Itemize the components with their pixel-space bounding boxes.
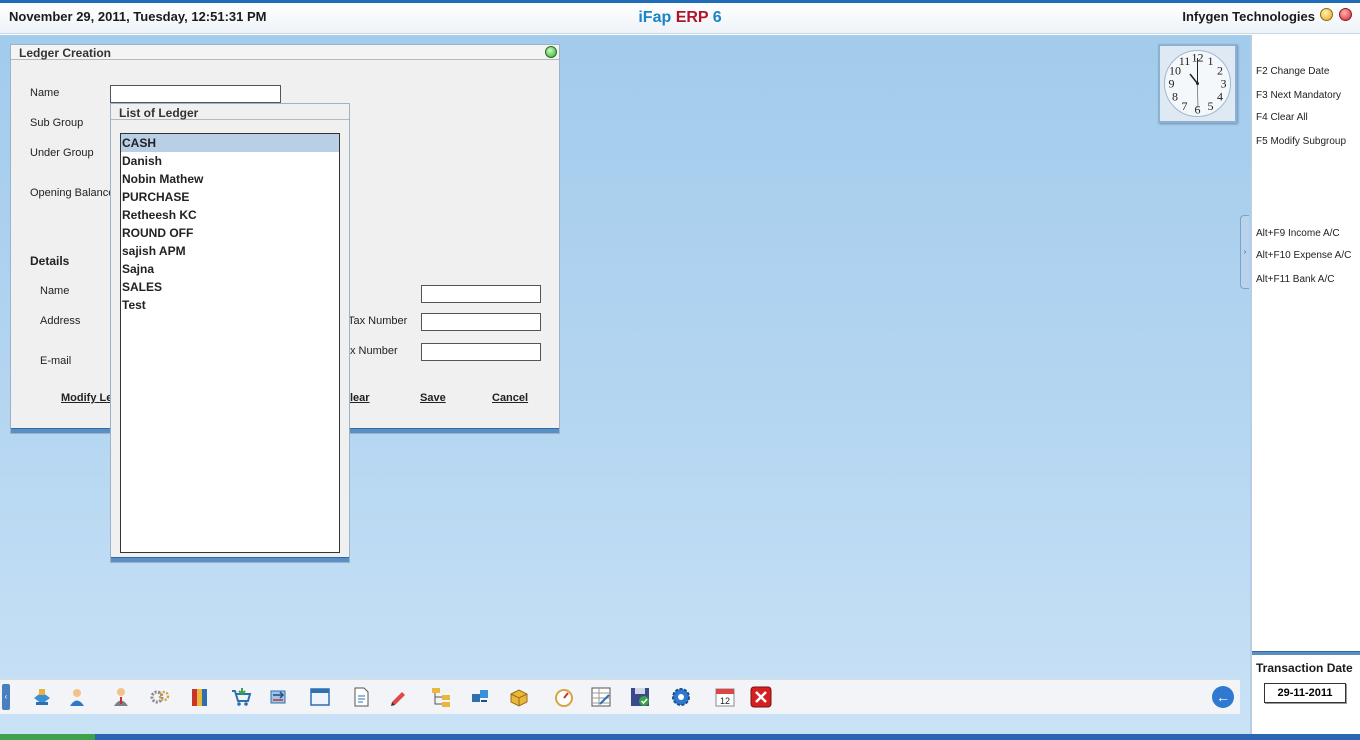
ledger-list-item[interactable]: ROUND OFF — [121, 224, 339, 242]
clock-numeral: 4 — [1217, 90, 1223, 104]
cancel-button[interactable]: Cancel — [492, 392, 528, 404]
ledger-list-item[interactable]: sajish APM — [121, 242, 339, 260]
popup-bottom-border — [111, 557, 349, 562]
clock-numeral: 1 — [1208, 54, 1214, 68]
ledger-creation-title: Ledger Creation — [19, 46, 112, 60]
ledger-list-item[interactable]: Test — [121, 296, 339, 314]
shortcut-income-ac[interactable]: Alt+F9 Income A/C — [1256, 228, 1340, 239]
transfer-icon[interactable] — [267, 686, 289, 708]
shortcut-panel: F2 Change Date F3 Next Mandatory F4 Clea… — [1250, 35, 1360, 735]
ledger-list-item[interactable]: Retheesh KC — [121, 206, 339, 224]
shortcut-bank-ac[interactable]: Alt+F11 Bank A/C — [1256, 274, 1334, 285]
transaction-date-label: Transaction Date — [1256, 661, 1353, 675]
tax-number-input-2[interactable] — [421, 343, 541, 361]
ledger-list-item[interactable]: Danish — [121, 152, 339, 170]
spreadsheet-icon[interactable] — [590, 686, 612, 708]
calendar-day: 12 — [720, 696, 730, 706]
back-arrow-icon[interactable]: ← — [1212, 686, 1234, 708]
exit-icon[interactable] — [750, 686, 772, 708]
speedometer-icon[interactable] — [553, 686, 575, 708]
shortcut-modify-subgroup[interactable]: F5 Modify Subgroup — [1256, 136, 1346, 147]
document-icon[interactable] — [350, 686, 372, 708]
clock-numeral: 9 — [1169, 77, 1175, 91]
package-icon[interactable] — [508, 686, 530, 708]
status-strip-segment — [0, 734, 95, 740]
under-group-label: Under Group — [30, 147, 94, 159]
ledger-name-input[interactable] — [110, 85, 281, 103]
window-icon[interactable] — [309, 686, 331, 708]
move-icon[interactable] — [469, 686, 491, 708]
settings-gears-icon[interactable] — [149, 686, 171, 708]
list-of-ledger-popup: List of Ledger CASH Danish Nobin Mathew PUR… — [110, 103, 350, 563]
brand-ifap: iFap — [638, 9, 676, 26]
close-button[interactable] — [1339, 8, 1352, 21]
taskbar-scroll-left[interactable]: ‹ — [2, 684, 10, 710]
minimize-button[interactable] — [1320, 8, 1333, 21]
company-name: Infygen Technologies — [1182, 9, 1315, 24]
clock-numeral: 8 — [1172, 90, 1178, 104]
ledger-list-item[interactable]: PURCHASE — [121, 188, 339, 206]
clock-numeral: 11 — [1179, 54, 1191, 68]
taskbar: ‹ 12 ← — [0, 679, 1240, 714]
tree-icon[interactable] — [430, 686, 452, 708]
sub-group-label: Sub Group — [30, 117, 84, 129]
details-heading: Details — [30, 254, 70, 268]
clock-numeral: 3 — [1221, 77, 1227, 91]
ledger-list-item[interactable]: Nobin Mathew — [121, 170, 339, 188]
ledger-list-item[interactable]: Sajna — [121, 260, 339, 278]
modify-ledger-button[interactable]: Modify Le — [61, 392, 112, 404]
user-icon[interactable] — [66, 686, 88, 708]
cart-icon[interactable] — [230, 686, 252, 708]
save-button[interactable]: Save — [420, 392, 446, 404]
list-of-ledger-title: List of Ledger — [119, 106, 199, 120]
ledger-list-item[interactable]: SALES — [121, 278, 339, 296]
clock-numeral: 6 — [1195, 103, 1201, 117]
ledger-creation-titlebar: Ledger Creation — [11, 45, 559, 60]
tax-number-label-2: x Number — [350, 345, 398, 357]
shortcut-next-mandatory[interactable]: F3 Next Mandatory — [1256, 90, 1341, 101]
calendar-icon[interactable]: 12 — [714, 686, 736, 708]
ledger-list-item[interactable]: CASH — [121, 134, 339, 152]
name-label: Name — [30, 87, 60, 99]
details-field-1[interactable] — [421, 285, 541, 303]
gear-icon[interactable] — [670, 686, 692, 708]
accounts-icon[interactable] — [31, 686, 53, 708]
status-strip — [0, 734, 1360, 740]
email-label: E-mail — [40, 355, 72, 367]
panel-toggle-handle[interactable]: › — [1240, 215, 1249, 289]
panel-divider — [1252, 651, 1360, 655]
details-name-label: Name — [40, 285, 70, 297]
clear-button[interactable]: lear — [350, 392, 370, 404]
ledger-listbox[interactable]: CASH Danish Nobin Mathew PURCHASE Retheesh K… — [120, 133, 340, 553]
window-status-icon[interactable] — [545, 46, 557, 58]
staff-icon[interactable] — [110, 686, 132, 708]
app-brand: iFap ERP 6 — [0, 9, 1360, 27]
tax-number-label: Tax Number — [348, 315, 408, 327]
clock-numeral: 2 — [1217, 64, 1223, 78]
title-bar: November 29, 2011, Tuesday, 12:51:31 PM … — [0, 0, 1360, 34]
brand-version: 6 — [708, 9, 722, 26]
opening-balance-label: Opening Balance — [30, 187, 115, 199]
books-icon[interactable] — [189, 686, 211, 708]
clock-widget: 12 1 2 3 4 5 6 7 8 9 10 11 — [1158, 44, 1237, 123]
address-label: Address — [40, 315, 81, 327]
tax-number-input[interactable] — [421, 313, 541, 331]
clock-face-icon: 12 1234567891011 — [1164, 50, 1231, 117]
brand-erp: ERP — [675, 9, 709, 26]
pen-icon[interactable] — [388, 686, 410, 708]
shortcut-clear-all[interactable]: F4 Clear All — [1256, 112, 1308, 123]
list-of-ledger-titlebar: List of Ledger — [111, 104, 349, 120]
save-disk-icon[interactable] — [629, 686, 651, 708]
transaction-date-field[interactable]: 29-11-2011 — [1264, 683, 1346, 703]
clock-numeral: 5 — [1208, 99, 1214, 113]
shortcut-change-date[interactable]: F2 Change Date — [1256, 66, 1329, 77]
shortcut-expense-ac[interactable]: Alt+F10 Expense A/C — [1256, 250, 1351, 261]
clock-numeral: 7 — [1182, 99, 1188, 113]
